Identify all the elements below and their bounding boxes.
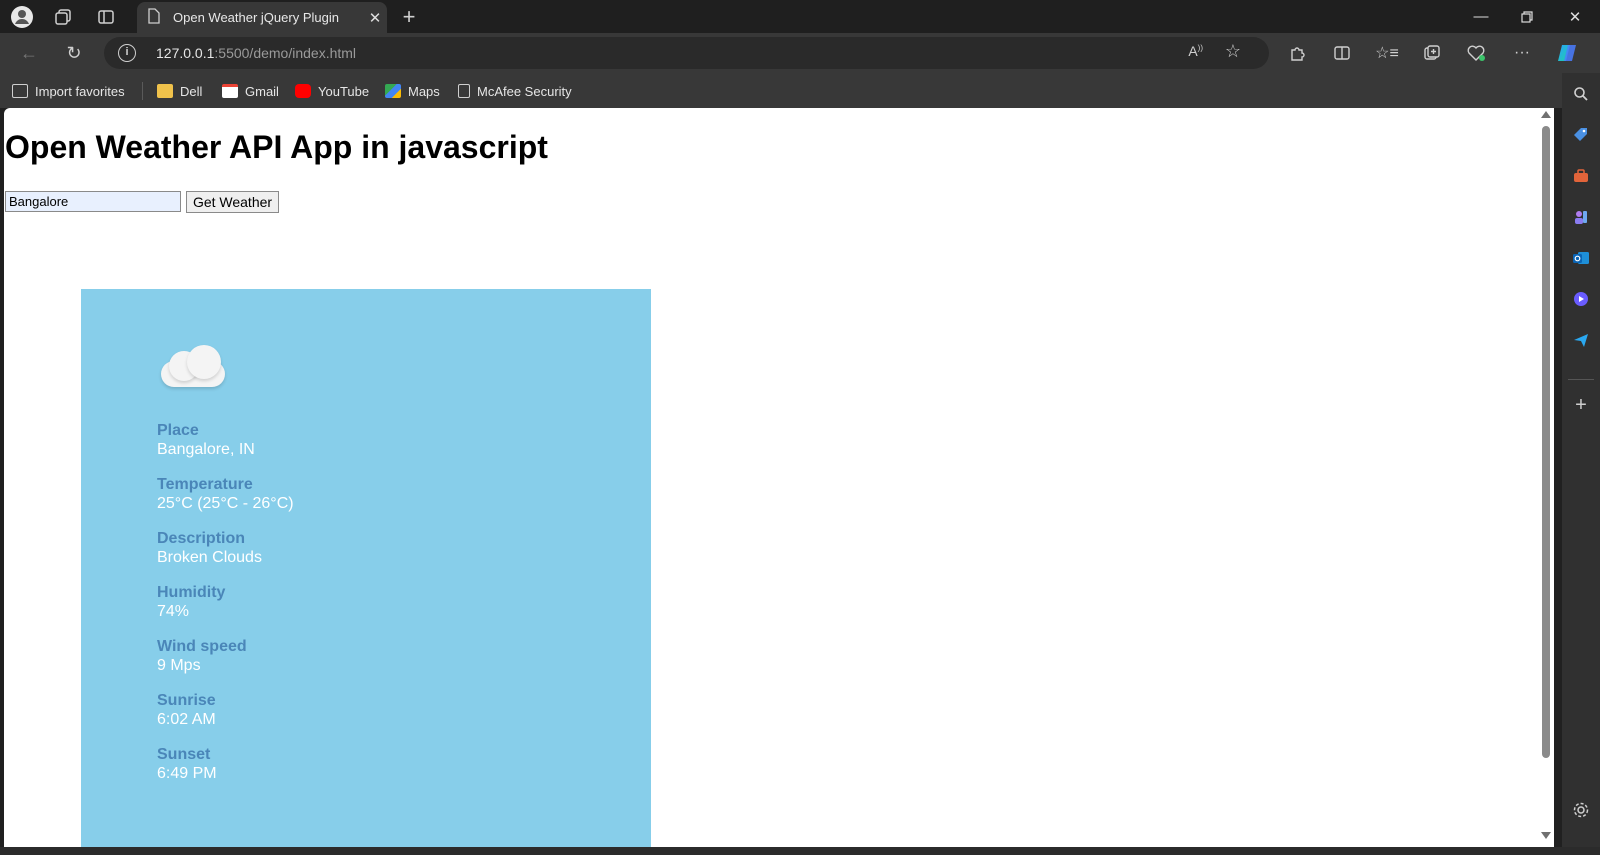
bookmark-mcafee[interactable]: McAfee Security bbox=[458, 81, 572, 101]
workspaces-icon[interactable] bbox=[50, 4, 76, 30]
weather-card: Place Bangalore, IN Temperature 25°C (25… bbox=[81, 289, 651, 847]
games-icon[interactable] bbox=[1570, 206, 1592, 228]
site-info-icon[interactable]: i bbox=[118, 44, 136, 62]
gmail-icon bbox=[222, 84, 238, 98]
temperature-value: 25°C (25°C - 26°C) bbox=[157, 495, 294, 512]
youtube-icon bbox=[295, 84, 311, 98]
description-field: Description Broken Clouds bbox=[157, 530, 262, 568]
window-bottom-edge bbox=[0, 847, 1600, 855]
place-value: Bangalore, IN bbox=[157, 441, 255, 458]
bookmark-import-favorites[interactable]: Import favorites bbox=[12, 81, 125, 101]
profile-icon[interactable] bbox=[9, 4, 35, 30]
city-input[interactable] bbox=[5, 191, 181, 212]
favorites-icon[interactable]: ☆≡ bbox=[1372, 39, 1402, 67]
refresh-icon[interactable]: ↻ bbox=[60, 39, 88, 67]
copilot-sidebar-icon[interactable] bbox=[1570, 288, 1592, 310]
bookmark-dell[interactable]: Dell bbox=[157, 81, 202, 101]
sunset-value: 6:49 PM bbox=[157, 765, 217, 782]
temperature-label: Temperature bbox=[157, 476, 253, 493]
temperature-field: Temperature 25°C (25°C - 26°C) bbox=[157, 476, 294, 514]
maps-icon bbox=[385, 84, 401, 98]
minimize-icon[interactable]: — bbox=[1458, 0, 1504, 33]
description-label: Description bbox=[157, 530, 246, 547]
sunset-label: Sunset bbox=[157, 746, 211, 763]
humidity-value: 74% bbox=[157, 603, 190, 620]
search-icon[interactable] bbox=[1570, 83, 1592, 105]
back-icon[interactable]: ← bbox=[15, 39, 43, 67]
title-bar: Open Weather jQuery Plugin ✕ + — ✕ bbox=[0, 0, 1600, 33]
place-label: Place bbox=[157, 422, 199, 439]
description-value: Broken Clouds bbox=[157, 549, 262, 566]
send-icon[interactable] bbox=[1570, 329, 1592, 351]
more-options-icon[interactable]: ··· bbox=[1507, 39, 1537, 67]
bookmark-youtube[interactable]: YouTube bbox=[295, 81, 369, 101]
document-icon bbox=[147, 8, 167, 27]
scrollbar-thumb[interactable] bbox=[1542, 126, 1550, 758]
url-text[interactable]: 127.0.0.1:5500/demo/index.html bbox=[156, 45, 356, 61]
close-tab-icon[interactable]: ✕ bbox=[363, 9, 387, 27]
sunset-field: Sunset 6:49 PM bbox=[157, 746, 217, 784]
humidity-label: Humidity bbox=[157, 584, 226, 601]
outlook-icon[interactable] bbox=[1570, 247, 1592, 269]
read-aloud-icon[interactable]: A)) bbox=[1188, 43, 1203, 59]
active-tab[interactable]: Open Weather jQuery Plugin ✕ bbox=[137, 2, 387, 33]
extensions-icon[interactable] bbox=[1283, 39, 1313, 67]
sunrise-field: Sunrise 6:02 AM bbox=[157, 692, 216, 730]
import-icon bbox=[12, 84, 28, 98]
page-title: Open Weather API App in javascript bbox=[5, 129, 548, 165]
get-weather-button[interactable]: Get Weather bbox=[186, 191, 279, 213]
wind-speed-value: 9 Mps bbox=[157, 657, 201, 674]
collections-icon[interactable] bbox=[1417, 39, 1447, 67]
place-field: Place Bangalore, IN bbox=[157, 422, 255, 460]
add-sidebar-app-icon[interactable]: + bbox=[1570, 394, 1592, 416]
scroll-down-arrow-icon[interactable] bbox=[1541, 832, 1551, 839]
shopping-tag-icon[interactable] bbox=[1570, 124, 1592, 146]
favorite-star-icon[interactable]: ☆ bbox=[1225, 41, 1241, 62]
bookmarks-bar: Import favorites Dell Gmail YouTube Maps… bbox=[0, 73, 1600, 108]
restore-icon[interactable] bbox=[1504, 0, 1550, 33]
tab-title: Open Weather jQuery Plugin bbox=[173, 10, 339, 25]
bookmark-maps[interactable]: Maps bbox=[385, 81, 440, 101]
copilot-icon[interactable] bbox=[1552, 39, 1582, 67]
sunrise-value: 6:02 AM bbox=[157, 711, 216, 728]
sunrise-label: Sunrise bbox=[157, 692, 216, 709]
cloud-icon bbox=[157, 345, 229, 389]
edge-sidebar: + bbox=[1562, 73, 1600, 855]
bookmark-separator bbox=[142, 82, 143, 100]
scroll-up-arrow-icon[interactable] bbox=[1541, 111, 1551, 118]
address-bar[interactable]: i 127.0.0.1:5500/demo/index.html A)) ☆ bbox=[104, 37, 1269, 69]
close-window-icon[interactable]: ✕ bbox=[1552, 0, 1598, 33]
page-icon bbox=[458, 84, 470, 98]
tab-actions-icon[interactable] bbox=[93, 4, 119, 30]
bookmark-gmail[interactable]: Gmail bbox=[222, 81, 279, 101]
split-screen-icon[interactable] bbox=[1327, 39, 1357, 67]
sidebar-separator bbox=[1568, 379, 1594, 380]
settings-gear-icon[interactable] bbox=[1570, 799, 1592, 821]
new-tab-icon[interactable]: + bbox=[396, 4, 422, 30]
humidity-field: Humidity 74% bbox=[157, 584, 225, 622]
page-viewport: Open Weather API App in javascript Get W… bbox=[4, 108, 1554, 847]
tools-briefcase-icon[interactable] bbox=[1570, 165, 1592, 187]
wind-speed-field: Wind speed 9 Mps bbox=[157, 638, 247, 676]
browser-essentials-icon[interactable] bbox=[1461, 39, 1491, 67]
folder-icon bbox=[157, 84, 173, 98]
wind-speed-label: Wind speed bbox=[157, 638, 247, 655]
browser-toolbar: ← ↻ i 127.0.0.1:5500/demo/index.html A))… bbox=[0, 33, 1600, 73]
